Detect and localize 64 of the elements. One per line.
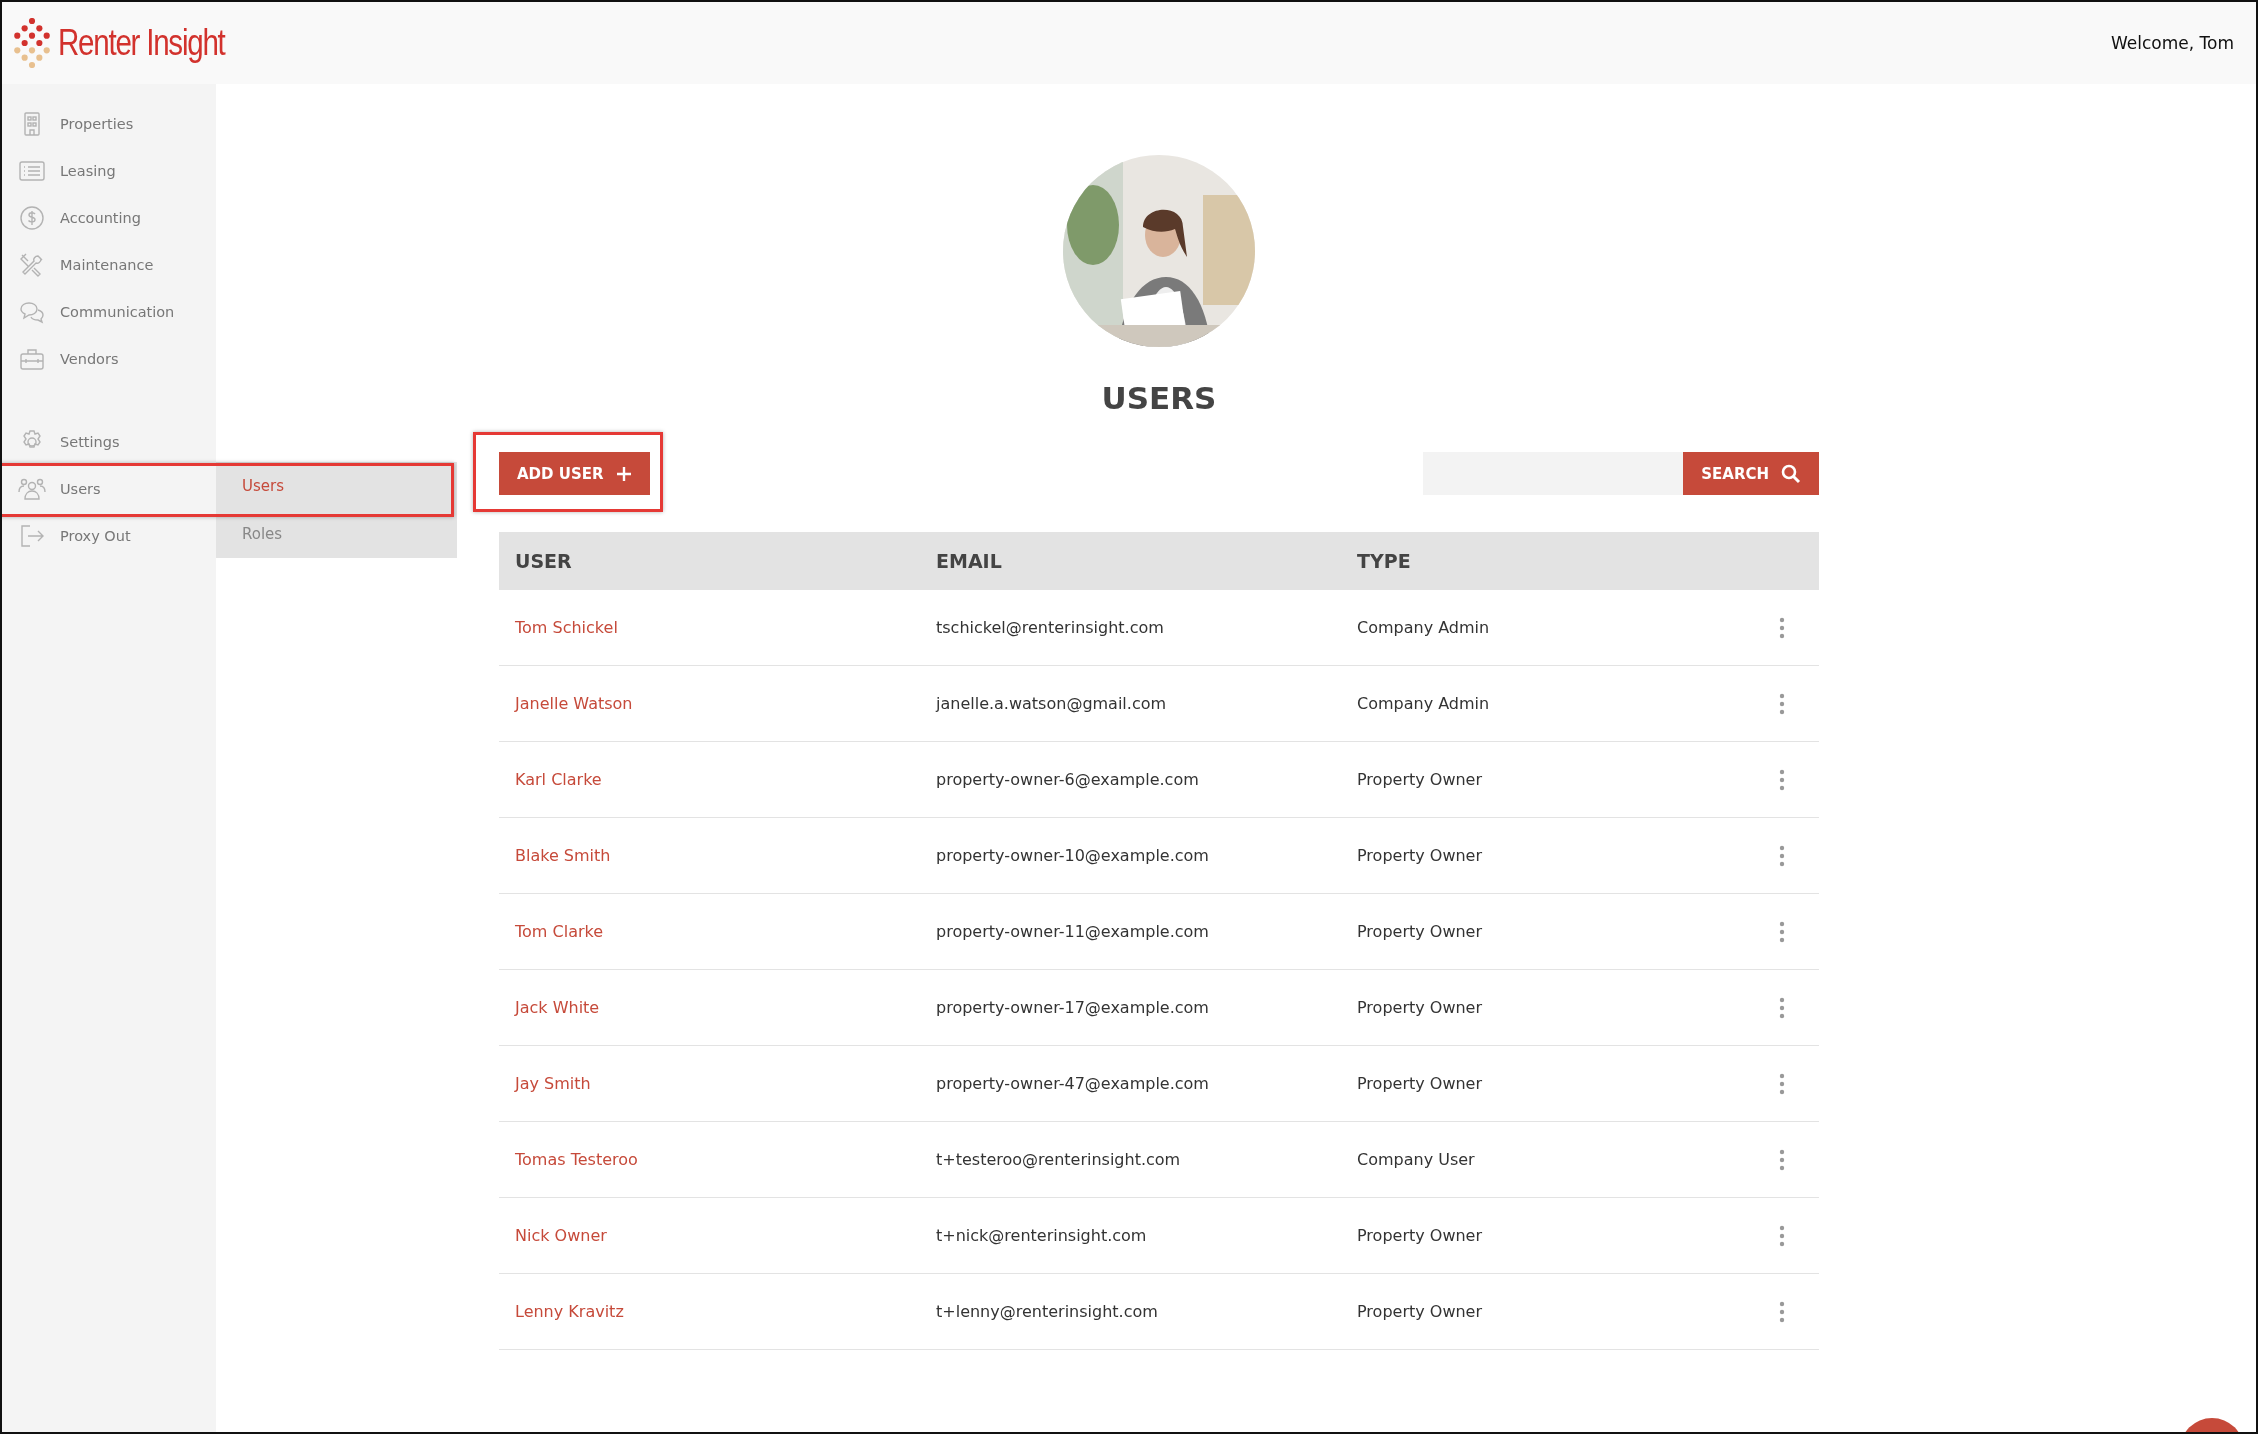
email-cell-text: t+nick@renterinsight.com	[935, 1226, 1148, 1245]
more-options-icon[interactable]	[1779, 1224, 1785, 1247]
user-name-link[interactable]: Nick Owner	[499, 1226, 920, 1245]
email-cell-text: t+testeroo@renterinsight.com	[935, 1150, 1182, 1169]
type-cell-text: Property Owner	[1356, 1226, 1484, 1245]
more-options-icon[interactable]	[1779, 1300, 1785, 1323]
sidebar-item[interactable]: Settings	[2, 418, 216, 465]
user-name-link[interactable]: Blake Smith	[499, 846, 920, 865]
logo-text: Renter Insight	[58, 22, 225, 64]
user-name-link[interactable]: Jack White	[499, 998, 920, 1017]
sidebar-item[interactable]: Leasing	[2, 147, 216, 194]
sidebar-item[interactable]: Accounting	[2, 194, 216, 241]
more-options-icon[interactable]	[1779, 920, 1785, 943]
user-name-link[interactable]: Tom Clarke	[499, 922, 920, 941]
type-cell-text: Company Admin	[1356, 694, 1491, 713]
user-name-link[interactable]: Jay Smith	[499, 1074, 920, 1093]
email-cell-text: property-owner-17@example.com	[935, 998, 1210, 1017]
type-cell-text: Property Owner	[1356, 846, 1484, 865]
type-cell-text: Property Owner	[1356, 1302, 1484, 1321]
email-cell-text: t+lenny@renterinsight.com	[935, 1302, 1159, 1321]
email-cell-text: property-owner-47@example.com	[935, 1074, 1210, 1093]
email-cell-text: tschickel@renterinsight.com	[935, 618, 1165, 637]
page-title: USERS	[1101, 380, 1217, 416]
more-options-icon[interactable]	[1779, 844, 1785, 867]
more-options-icon[interactable]	[1779, 996, 1785, 1019]
type-cell-text: Property Owner	[1356, 770, 1484, 789]
welcome-text: Welcome, Tom	[2110, 33, 2234, 53]
column-header: TYPE	[1356, 550, 1412, 572]
type-cell-text: Company Admin	[1356, 618, 1491, 637]
search-field[interactable]	[1423, 452, 1684, 495]
email-cell-text: property-owner-11@example.com	[935, 922, 1210, 941]
search-button[interactable]: SEARCH	[1683, 452, 1819, 495]
add-user-button[interactable]: ADD USER	[499, 452, 650, 495]
user-name-link[interactable]: Tom Schickel	[499, 618, 920, 637]
submenu-item[interactable]: Users	[216, 462, 457, 510]
user-name-link[interactable]: Tomas Testeroo	[499, 1150, 920, 1169]
sidebar-item[interactable]: Vendors	[2, 335, 216, 382]
sidebar-item[interactable]: Properties	[2, 100, 216, 147]
type-cell-text: Property Owner	[1356, 922, 1484, 941]
dollar-icon	[18, 203, 46, 232]
type-cell-text: Property Owner	[1356, 998, 1484, 1017]
sidebar-item[interactable]: Communication	[2, 288, 216, 335]
plus-icon	[615, 465, 632, 482]
more-options-icon[interactable]	[1779, 616, 1785, 639]
more-options-icon[interactable]	[1779, 768, 1785, 791]
email-cell-text: janelle.a.watson@gmail.com	[934, 694, 1168, 713]
column-header: USER	[514, 550, 573, 572]
email-cell-text: property-owner-10@example.com	[935, 846, 1210, 865]
more-options-icon[interactable]	[1779, 1148, 1785, 1171]
type-cell-text: Property Owner	[1356, 1074, 1484, 1093]
search-icon	[1781, 463, 1801, 484]
more-options-icon[interactable]	[1779, 692, 1785, 715]
sidebar-item[interactable]: Users	[2, 465, 216, 512]
submenu-item[interactable]: Roles	[216, 510, 457, 558]
type-cell-text: Company User	[1356, 1150, 1476, 1169]
more-options-icon[interactable]	[1779, 1072, 1785, 1095]
sidebar-item[interactable]: Proxy Out	[2, 512, 216, 559]
user-name-link[interactable]: Lenny Kravitz	[499, 1302, 920, 1321]
user-name-link[interactable]: Karl Clarke	[499, 770, 920, 789]
sidebar-item[interactable]: Maintenance	[2, 241, 216, 288]
user-name-link[interactable]: Janelle Watson	[499, 694, 920, 713]
column-header: EMAIL	[935, 550, 1003, 572]
email-cell-text: property-owner-6@example.com	[935, 770, 1200, 789]
logo-icon	[14, 18, 50, 68]
